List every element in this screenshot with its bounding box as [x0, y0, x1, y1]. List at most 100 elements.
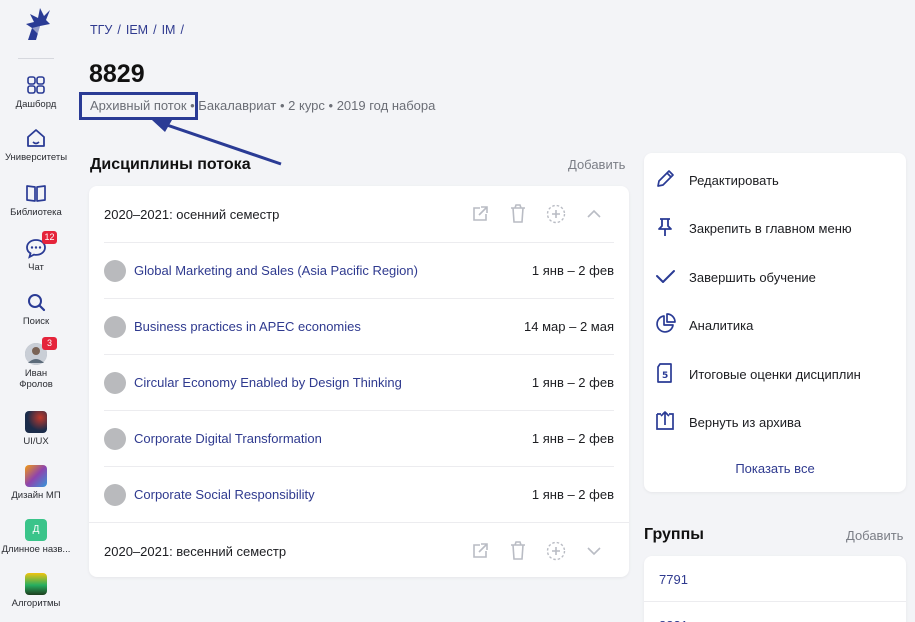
action-label: Итоговые оценки дисциплин [689, 367, 861, 382]
add-circle-icon[interactable] [537, 540, 575, 562]
external-link-icon[interactable] [461, 540, 499, 562]
pie-chart-icon [656, 313, 676, 333]
sidebar: Дашборд Университеты Библиотека 12 Чат П… [0, 0, 72, 622]
sidebar-item-label: Дизайн МП [11, 490, 61, 501]
group-item[interactable]: 8831 [659, 618, 688, 622]
discipline-avatar [104, 372, 126, 394]
discipline-avatar [104, 316, 126, 338]
action-label: Закрепить в главном меню [689, 221, 852, 236]
breadcrumb-item[interactable]: IM [162, 23, 176, 37]
sidebar-divider [18, 58, 54, 59]
semester-label: 2020–2021: осенний семестр [104, 207, 280, 222]
sidebar-item-label: UI/UX [23, 436, 49, 447]
discipline-avatar [104, 484, 126, 506]
course-tile-icon [25, 573, 47, 595]
sidebar-item-uiux[interactable]: UI/UX [0, 411, 72, 447]
sidebar-item-profile[interactable]: 3 Иван Фролов [0, 337, 72, 390]
pencil-icon [657, 170, 674, 187]
semester-row[interactable]: 2020–2021: весенний семестр [89, 522, 629, 578]
discipline-row[interactable]: Global Marketing and Sales (Asia Pacific… [104, 242, 614, 298]
home-icon [27, 129, 45, 147]
course-tile-icon [25, 465, 47, 487]
svg-text:5: 5 [662, 371, 668, 381]
disciplines-title: Дисциплины потока [90, 156, 251, 173]
sidebar-item-label: Университеты [4, 152, 68, 163]
sidebar-item-long-name[interactable]: Д Длинное назв... [0, 519, 72, 555]
discipline-avatar [104, 428, 126, 450]
semester-actions [461, 540, 613, 562]
finish-action[interactable]: Завершить обучение [644, 252, 906, 300]
grades-action[interactable]: 5 Итоговые оценки дисциплин [644, 349, 906, 397]
discipline-dates: 1 янв – 2 фев [531, 487, 614, 502]
sidebar-item-label: Чат [28, 262, 44, 273]
semester-label: 2020–2021: весенний семестр [104, 544, 287, 559]
unarchive-action[interactable]: Вернуть из архива [644, 397, 906, 445]
discipline-row[interactable]: Corporate Digital Transformation 1 янв –… [104, 410, 614, 466]
discipline-row[interactable]: Business practices in APEC economies 14 … [104, 298, 614, 354]
profile-badge: 3 [42, 337, 57, 350]
chevron-down-icon[interactable] [575, 540, 613, 562]
action-label: Редактировать [689, 173, 779, 188]
sidebar-item-label: Алгоритмы [11, 598, 61, 609]
discipline-name[interactable]: Corporate Digital Transformation [134, 431, 322, 446]
discipline-row[interactable]: Corporate Social Responsibility 1 янв – … [104, 466, 614, 522]
course-tile-icon: Д [25, 519, 47, 541]
discipline-dates: 1 янв – 2 фев [531, 375, 614, 390]
sidebar-item-dashboard[interactable]: Дашборд [0, 74, 72, 110]
chat-icon-wrap: 12 [25, 231, 57, 259]
dashboard-icon [27, 76, 45, 94]
breadcrumb-item[interactable]: IEM [126, 23, 148, 37]
pin-action[interactable]: Закрепить в главном меню [644, 203, 906, 251]
trash-icon[interactable] [499, 540, 537, 562]
groups-card: 7791 8831 [644, 556, 906, 622]
action-label: Завершить обучение [689, 270, 816, 285]
discipline-dates: 1 янв – 2 фев [531, 263, 614, 278]
edit-action[interactable]: Редактировать [644, 155, 906, 203]
discipline-row[interactable]: Circular Economy Enabled by Design Think… [104, 354, 614, 410]
disciplines-card: 2020–2021: осенний семестр Global Market… [89, 186, 629, 577]
meta-details: • Бакалавриат • 2 курс • 2019 год набора [186, 98, 436, 113]
discipline-name[interactable]: Business practices in APEC economies [134, 319, 361, 334]
sidebar-item-design-mp[interactable]: Дизайн МП [0, 465, 72, 501]
add-circle-icon[interactable] [537, 203, 575, 225]
sidebar-item-search[interactable]: Поиск [0, 291, 72, 327]
divider [644, 601, 906, 602]
sidebar-item-label: Дашборд [15, 99, 57, 110]
winged-helmet-logo[interactable] [22, 6, 52, 42]
sidebar-item-label: Длинное назв... [1, 544, 71, 555]
discipline-dates: 1 янв – 2 фев [531, 431, 614, 446]
add-group-button[interactable]: Добавить [846, 528, 903, 543]
breadcrumb-item[interactable]: ТГУ [90, 23, 112, 37]
semester-actions [461, 203, 613, 225]
group-item[interactable]: 7791 [659, 572, 688, 587]
sidebar-item-chat[interactable]: 12 Чат [0, 231, 72, 273]
groups-title: Группы [644, 526, 704, 543]
unarchive-icon [656, 411, 674, 430]
sidebar-item-library[interactable]: Библиотека [0, 182, 72, 218]
discipline-name[interactable]: Corporate Social Responsibility [134, 487, 315, 502]
sidebar-item-universities[interactable]: Университеты [0, 127, 72, 163]
sidebar-item-label: Поиск [22, 316, 50, 327]
chevron-up-icon[interactable] [575, 203, 613, 225]
search-icon [28, 294, 46, 312]
action-label: Вернуть из архива [689, 415, 802, 430]
actions-card: Редактировать Закрепить в главном меню З… [644, 153, 906, 492]
book-icon [26, 185, 46, 202]
chat-unread-badge: 12 [42, 231, 57, 244]
show-all-button[interactable]: Показать все [644, 461, 906, 476]
course-tile-icon [25, 411, 47, 433]
grade-icon: 5 [657, 363, 672, 383]
semester-row[interactable]: 2020–2021: осенний семестр [89, 186, 629, 242]
check-icon [656, 270, 675, 283]
add-discipline-button[interactable]: Добавить [568, 157, 625, 172]
discipline-dates: 14 мар – 2 мая [524, 319, 614, 334]
breadcrumb: ТГУ / IEM / IM / [90, 23, 184, 37]
analytics-action[interactable]: Аналитика [644, 300, 906, 348]
discipline-name[interactable]: Global Marketing and Sales (Asia Pacific… [134, 263, 418, 278]
trash-icon[interactable] [499, 203, 537, 225]
external-link-icon[interactable] [461, 203, 499, 225]
action-label: Аналитика [689, 318, 754, 333]
discipline-name[interactable]: Circular Economy Enabled by Design Think… [134, 375, 402, 390]
sidebar-item-algorithms[interactable]: Алгоритмы [0, 573, 72, 609]
sidebar-item-label: Иван Фролов [19, 368, 53, 390]
